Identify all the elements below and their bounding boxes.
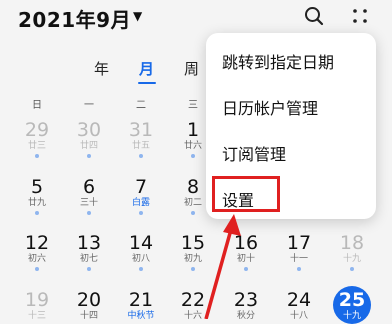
tab-year[interactable]: 年 <box>94 58 109 79</box>
day-number: 21 <box>128 289 154 311</box>
search-icon[interactable] <box>304 6 324 26</box>
day-cell[interactable]: 24 十八 <box>279 290 319 322</box>
day-lunar: 十九 <box>342 254 361 264</box>
day-number: 20 <box>76 289 102 311</box>
day-cell-today[interactable]: 25 十九 <box>332 290 372 322</box>
day-lunar: 十九 <box>342 311 361 321</box>
day-cell[interactable]: 6 三十 <box>69 177 109 215</box>
day-cell[interactable]: 5 廿九 <box>17 177 57 215</box>
day-lunar: 廿九 <box>27 198 46 208</box>
day-lunar: 廿四 <box>79 141 98 151</box>
menu-item-account-management[interactable]: 日历帐户管理 <box>222 95 318 119</box>
day-lunar: 十四 <box>79 311 98 321</box>
day-number: 25 <box>338 289 366 311</box>
day-lunar: 廿三 <box>27 141 46 151</box>
event-dot <box>87 267 91 271</box>
event-dot <box>350 267 354 271</box>
day-lunar: 十八 <box>289 311 308 321</box>
tab-month[interactable]: 月 <box>139 58 154 79</box>
day-number: 18 <box>339 232 365 254</box>
event-dot <box>191 211 195 215</box>
weekday-mon: 一 <box>84 100 94 111</box>
day-lunar: 廿五 <box>131 141 150 151</box>
event-dot <box>87 154 91 158</box>
day-number: 14 <box>128 232 154 254</box>
event-dot <box>87 211 91 215</box>
day-cell[interactable]: 19 十三 <box>17 290 57 322</box>
event-dot <box>139 154 143 158</box>
day-lunar: 十一 <box>289 254 308 264</box>
event-dot <box>139 267 143 271</box>
more-dots-icon[interactable] <box>350 6 370 26</box>
event-dot <box>35 211 39 215</box>
day-lunar: 中秋节 <box>127 311 155 321</box>
day-number: 7 <box>134 176 148 198</box>
day-cell[interactable]: 20 十四 <box>69 290 109 322</box>
day-cell[interactable]: 31 廿五 <box>121 120 161 158</box>
active-tab-indicator <box>138 82 156 84</box>
month-dropdown-caret-icon[interactable]: ▼ <box>133 9 142 23</box>
weekday-tue: 二 <box>136 100 146 111</box>
day-cell[interactable]: 7 白露 <box>121 177 161 215</box>
day-lunar: 十三 <box>27 311 46 321</box>
day-cell[interactable]: 17 十一 <box>279 233 319 271</box>
event-dot <box>191 154 195 158</box>
day-cell[interactable]: 30 廿四 <box>69 120 109 158</box>
event-dot <box>139 211 143 215</box>
day-number: 5 <box>30 176 44 198</box>
day-number: 6 <box>82 176 96 198</box>
day-cell[interactable]: 29 廿三 <box>17 120 57 158</box>
menu-item-goto-date[interactable]: 跳转到指定日期 <box>222 49 334 73</box>
day-number: 30 <box>76 119 102 141</box>
app-header: 2021年9月 ▼ <box>0 0 392 36</box>
annotation-arrow-icon <box>204 214 241 319</box>
day-lunar: 白露 <box>131 198 150 208</box>
day-number: 19 <box>24 289 50 311</box>
day-lunar: 三十 <box>79 198 98 208</box>
day-cell[interactable]: 14 初八 <box>121 233 161 271</box>
day-number: 13 <box>76 232 102 254</box>
day-number: 31 <box>128 119 154 141</box>
day-number: 29 <box>24 119 50 141</box>
weekday-wed: 三 <box>188 100 198 111</box>
event-dot <box>35 154 39 158</box>
day-cell[interactable]: 21 中秋节 <box>121 290 161 322</box>
day-lunar: 初七 <box>79 254 98 264</box>
event-dot <box>191 267 195 271</box>
event-dot <box>297 267 301 271</box>
settings-highlight-box <box>212 176 280 212</box>
day-cell[interactable]: 13 初七 <box>69 233 109 271</box>
weekday-sun: 日 <box>32 100 42 111</box>
day-cell[interactable]: 12 初六 <box>17 233 57 271</box>
month-title[interactable]: 2021年9月 <box>18 4 131 33</box>
day-lunar: 初六 <box>27 254 46 264</box>
day-number: 24 <box>286 289 312 311</box>
day-number: 17 <box>286 232 312 254</box>
day-cell[interactable]: 18 十九 <box>332 233 372 271</box>
tab-week[interactable]: 周 <box>184 58 199 79</box>
event-dot <box>35 267 39 271</box>
menu-item-subscription-management[interactable]: 订阅管理 <box>222 141 286 165</box>
day-number: 12 <box>24 232 50 254</box>
day-lunar: 初八 <box>131 254 150 264</box>
